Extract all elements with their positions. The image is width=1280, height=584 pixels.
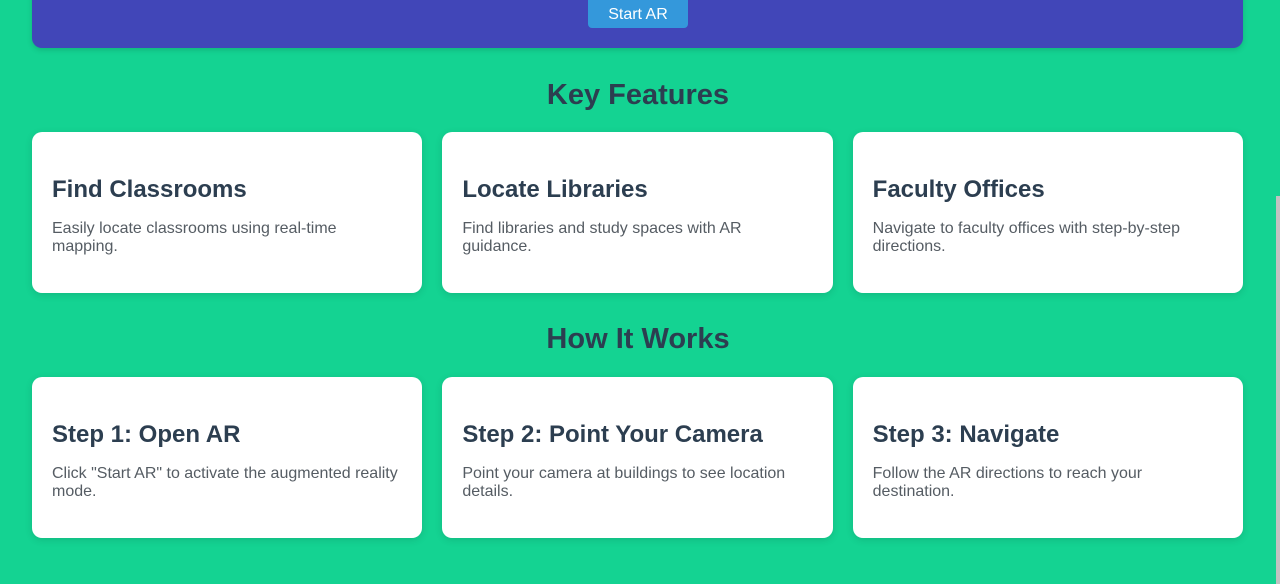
page: Start AR Key Features Find Classrooms Ea… <box>0 0 1280 584</box>
vertical-scrollbar-thumb[interactable] <box>1276 196 1280 584</box>
feature-card-libraries: Locate Libraries Find libraries and stud… <box>442 132 833 293</box>
feature-card-text: Find libraries and study spaces with AR … <box>462 220 742 255</box>
feature-card-title: Faculty Offices <box>872 176 1045 203</box>
step-card-2: Step 2: Point Your Camera Point your cam… <box>442 377 833 538</box>
steps-card-row: Step 1: Open AR Click "Start AR" to acti… <box>32 377 1243 538</box>
features-card-row: Find Classrooms Easily locate classrooms… <box>32 132 1243 293</box>
step-card-3: Step 3: Navigate Follow the AR direction… <box>852 377 1243 538</box>
feature-card-title: Find Classrooms <box>52 176 247 203</box>
step-card-title: Step 2: Point Your Camera <box>462 421 763 448</box>
key-features-heading: Key Features <box>546 79 730 111</box>
feature-card-classrooms: Find Classrooms Easily locate classrooms… <box>32 132 423 293</box>
step-card-title: Step 3: Navigate <box>872 421 1060 448</box>
feature-card-faculty-offices: Faculty Offices Navigate to faculty offi… <box>852 132 1243 293</box>
step-card-text: Point your camera at buildings to see lo… <box>462 465 786 500</box>
feature-card-text: Navigate to faculty offices with step-by… <box>872 220 1181 255</box>
feature-card-title: Locate Libraries <box>462 176 648 203</box>
how-it-works-heading: How It Works <box>546 323 730 355</box>
step-card-title: Step 1: Open AR <box>52 421 241 448</box>
feature-card-text: Easily locate classrooms using real-time… <box>52 220 337 255</box>
step-card-1: Step 1: Open AR Click "Start AR" to acti… <box>32 377 423 538</box>
step-card-text: Follow the AR directions to reach your d… <box>872 465 1143 500</box>
step-card-text: Click "Start AR" to activate the augment… <box>52 465 398 500</box>
start-ar-button[interactable]: Start AR <box>588 0 688 28</box>
